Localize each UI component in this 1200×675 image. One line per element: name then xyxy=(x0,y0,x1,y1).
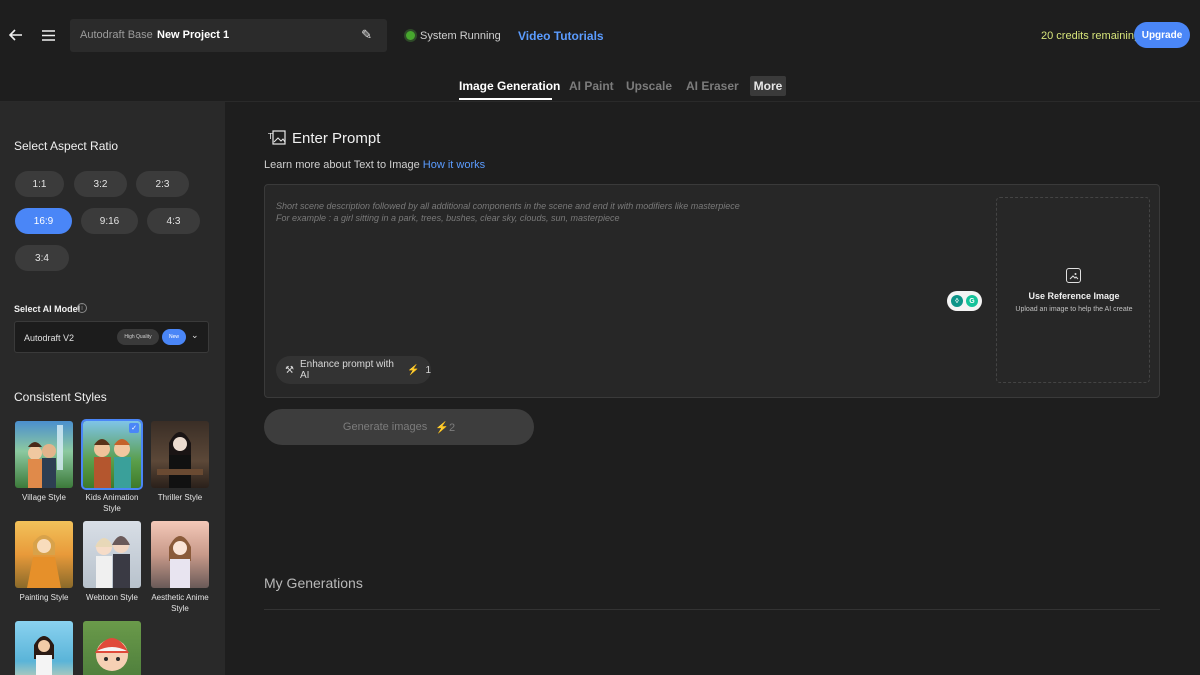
prompt-placeholder: Short scene description followed by all … xyxy=(276,200,740,224)
aspect-2-3-button[interactable]: 2:3 xyxy=(136,171,189,197)
grammarly-icon[interactable]: ◊ G xyxy=(947,291,982,311)
style-thumbnail xyxy=(15,521,73,588)
tab-ai-paint[interactable]: AI Paint xyxy=(569,79,614,93)
project-base-label: Autodraft Base xyxy=(80,29,153,41)
aspect-3-2-button[interactable]: 3:2 xyxy=(74,171,127,197)
learn-more-label: Learn more about Text to Image xyxy=(264,159,423,171)
style-card-3d-cartoon[interactable] xyxy=(83,621,141,675)
generate-cost-wrap: ⚡2 xyxy=(435,421,455,434)
tab-ai-eraser[interactable]: AI Eraser xyxy=(686,79,739,93)
style-thumbnail xyxy=(15,421,73,488)
status-dot-icon xyxy=(406,31,415,40)
style-label: Aesthetic Anime Style xyxy=(151,593,209,613)
generate-label: Generate images xyxy=(342,421,428,433)
enhance-prompt-button[interactable]: ⚒ Enhance prompt with AI ⚡ 1 xyxy=(276,356,431,384)
model-title: Select AI Model xyxy=(14,304,81,314)
magic-wand-icon: ⚒ xyxy=(285,364,294,376)
aspect-16-9-button[interactable]: 16:9 xyxy=(15,208,72,234)
style-card-aesthetic-anime[interactable]: Aesthetic Anime Style xyxy=(151,521,209,614)
grammarly-g-icon: G xyxy=(966,295,978,307)
style-label: Thriller Style xyxy=(157,493,203,502)
quality-badge: High Quality xyxy=(117,329,159,345)
style-thumbnail xyxy=(83,621,141,675)
tab-image-generation[interactable]: Image Generation xyxy=(459,79,560,93)
style-thumbnail xyxy=(151,421,209,488)
chevron-down-icon: ⌄ xyxy=(191,330,199,340)
aspect-1-1-button[interactable]: 1:1 xyxy=(15,171,64,197)
check-icon: ✓ xyxy=(129,423,139,433)
enhance-cost: 1 xyxy=(425,364,431,376)
back-arrow-icon[interactable] xyxy=(6,25,26,45)
system-status: System Running xyxy=(420,30,501,42)
model-name: Autodraft V2 xyxy=(24,333,75,343)
tab-more[interactable]: More xyxy=(750,76,786,96)
style-thumbnail xyxy=(83,521,141,588)
divider xyxy=(264,609,1160,610)
lightning-icon: ⚡ xyxy=(406,364,420,376)
placeholder-line-1: Short scene description followed by all … xyxy=(276,201,740,211)
grammarly-assist-icon: ◊ xyxy=(951,295,963,307)
learn-more-text: Learn more about Text to Image How it wo… xyxy=(264,159,485,171)
project-name[interactable]: New Project 1 xyxy=(157,29,229,41)
upgrade-button[interactable]: Upgrade xyxy=(1134,22,1190,48)
video-tutorials-link[interactable]: Video Tutorials xyxy=(518,29,604,43)
style-label: Village Style xyxy=(22,493,66,502)
style-card-kids-animation[interactable]: ✓ Kids Animation Style xyxy=(81,419,143,514)
reference-image-upload[interactable]: Use Reference Image Upload an image to h… xyxy=(996,197,1150,383)
my-generations-title: My Generations xyxy=(264,575,363,591)
lightning-icon: ⚡ xyxy=(435,421,449,434)
hamburger-menu-icon[interactable] xyxy=(38,25,58,45)
style-card-beach[interactable] xyxy=(15,621,73,675)
sidebar: Select Aspect Ratio 1:1 3:2 2:3 16:9 9:1… xyxy=(0,102,225,675)
styles-title: Consistent Styles xyxy=(14,390,107,404)
reference-subtitle: Upload an image to help the AI create xyxy=(1015,306,1133,313)
style-card-thriller[interactable]: Thriller Style xyxy=(151,421,209,503)
style-thumbnail xyxy=(151,521,209,588)
style-card-village[interactable]: Village Style xyxy=(15,421,73,503)
enhance-label: Enhance prompt with AI xyxy=(299,359,394,381)
new-badge: New xyxy=(162,329,186,345)
aspect-3-4-button[interactable]: 3:4 xyxy=(15,245,69,271)
tab-upscale[interactable]: Upscale xyxy=(626,79,672,93)
style-label: Kids Animation Style xyxy=(85,493,139,513)
aspect-9-16-button[interactable]: 9:16 xyxy=(81,208,138,234)
generate-images-button[interactable]: Generate images ⚡2 xyxy=(264,409,534,445)
style-card-webtoon[interactable]: Webtoon Style xyxy=(83,521,141,603)
style-label: Webtoon Style xyxy=(86,593,138,602)
style-thumbnail: ✓ xyxy=(81,419,143,490)
style-thumbnail xyxy=(15,621,73,675)
aspect-4-3-button[interactable]: 4:3 xyxy=(147,208,200,234)
generate-cost: 2 xyxy=(448,421,456,434)
active-tab-underline xyxy=(459,98,552,100)
how-it-works-link[interactable]: How it works xyxy=(423,159,485,171)
credits-remaining: 20 credits remaining xyxy=(1041,30,1141,42)
reference-title: Use Reference Image xyxy=(1028,291,1120,301)
top-header: Autodraft Base New Project 1 ✎ System Ru… xyxy=(0,0,1200,102)
svg-text:T: T xyxy=(268,132,273,141)
prompt-input[interactable]: Short scene description followed by all … xyxy=(264,184,1160,398)
project-bar: Autodraft Base New Project 1 ✎ xyxy=(70,19,387,52)
placeholder-line-2: For example : a girl sitting in a park, … xyxy=(276,213,620,223)
info-icon[interactable]: i xyxy=(77,303,87,313)
pencil-icon[interactable]: ✎ xyxy=(361,27,372,43)
style-label: Painting Style xyxy=(19,593,69,602)
aspect-ratio-title: Select Aspect Ratio xyxy=(14,139,119,153)
image-icon xyxy=(1066,268,1081,283)
prompt-title: Enter Prompt xyxy=(292,130,381,147)
text-to-image-icon: T xyxy=(267,130,286,149)
style-card-painting[interactable]: Painting Style xyxy=(15,521,73,603)
model-select[interactable]: Autodraft V2 High Quality New ⌄ xyxy=(14,321,209,353)
